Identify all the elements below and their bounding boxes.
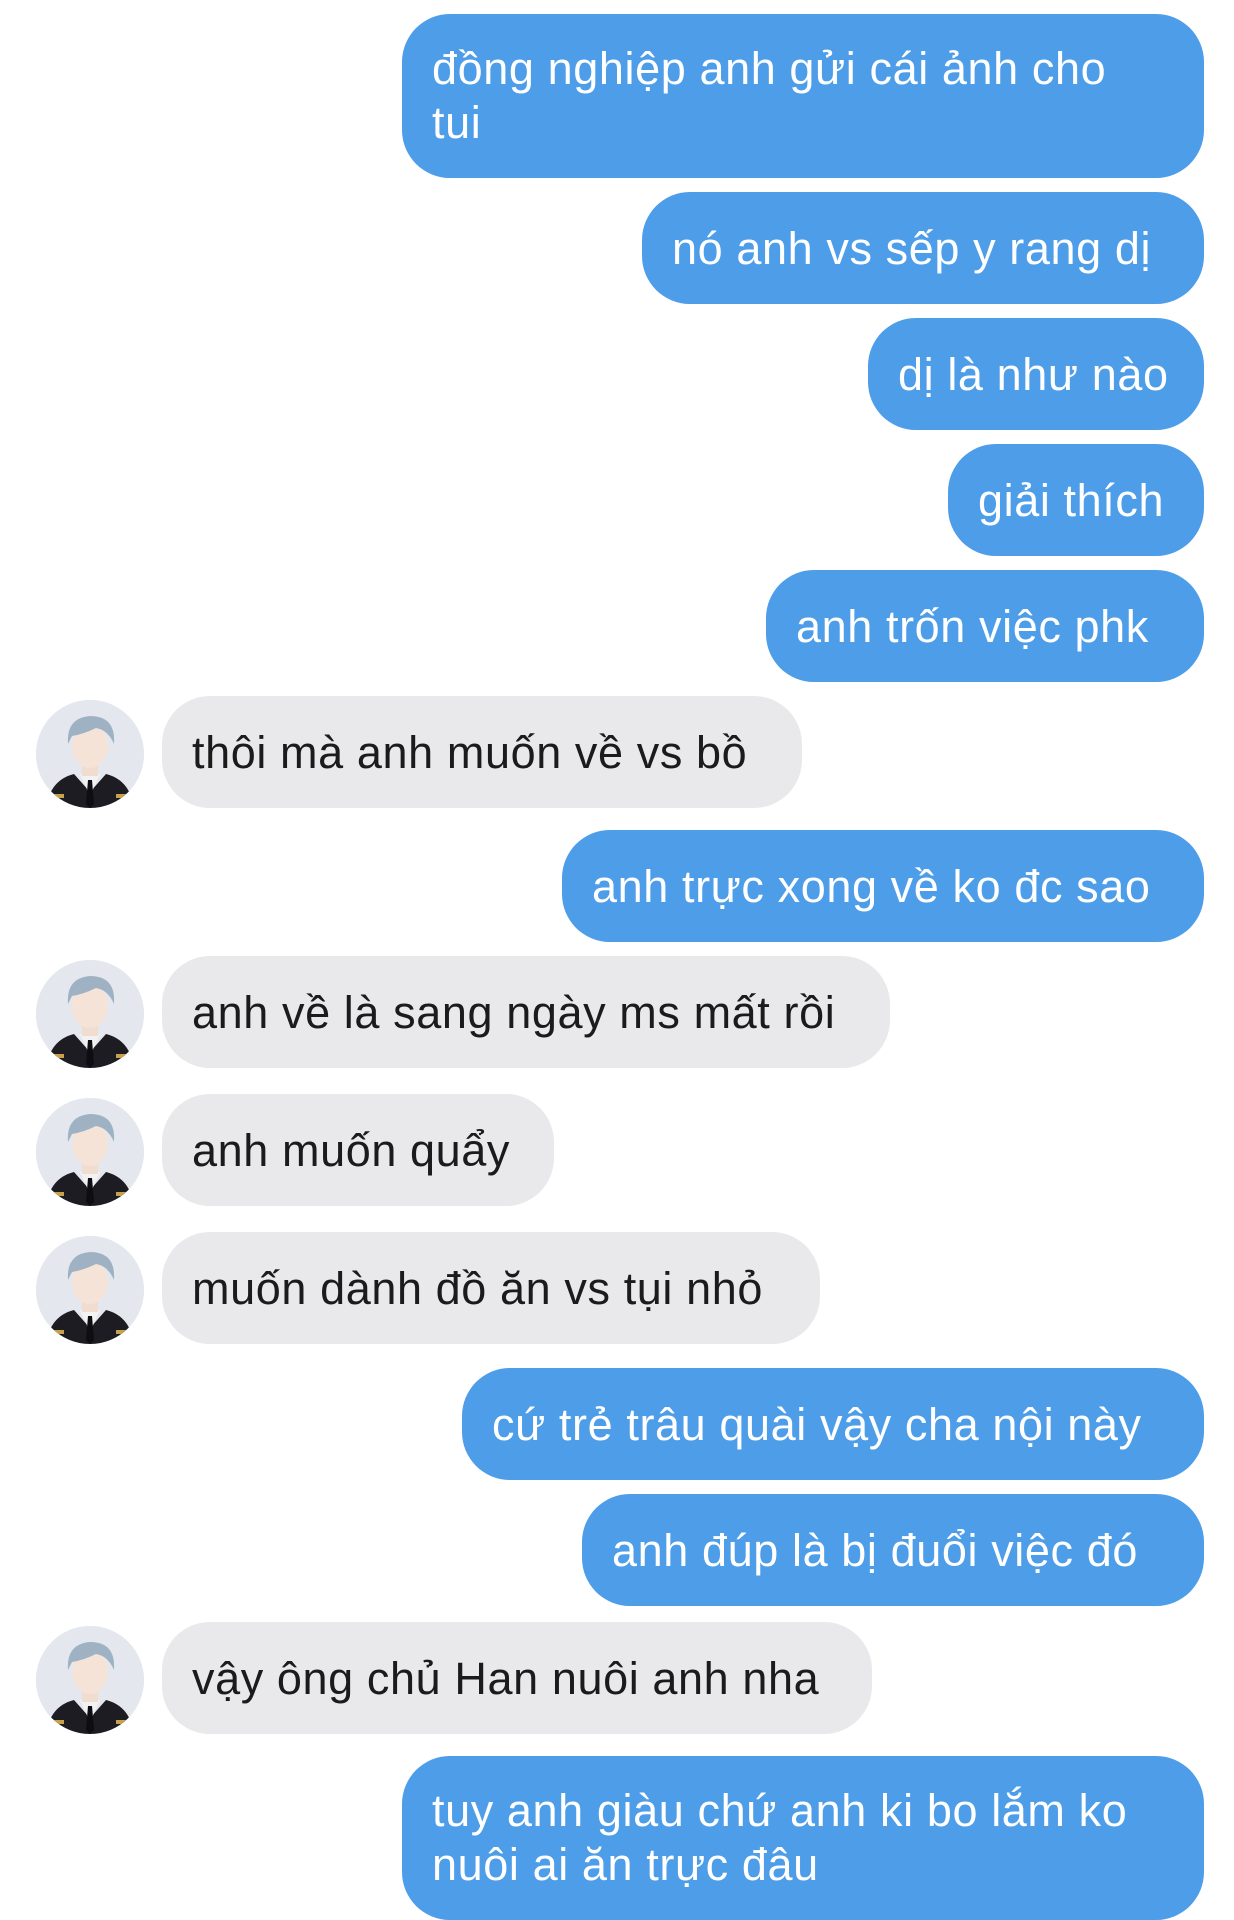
avatar-image bbox=[36, 1236, 144, 1344]
outgoing-message-bubble[interactable]: tuy anh giàu chứ anh ki bo lắm ko nuôi a… bbox=[402, 1756, 1204, 1920]
avatar-image bbox=[36, 1626, 144, 1734]
person-avatar-icon[interactable] bbox=[36, 960, 144, 1068]
incoming-message-bubble[interactable]: anh về là sang ngày ms mất rồi bbox=[162, 956, 890, 1068]
outgoing-message-bubble[interactable]: giải thích bbox=[948, 444, 1204, 556]
outgoing-message-bubble[interactable]: dị là như nào bbox=[868, 318, 1204, 430]
outgoing-message-bubble[interactable]: anh trốn việc phk bbox=[766, 570, 1204, 682]
message-thread: đồng nghiệp anh gửi cái ảnh cho tui nó a… bbox=[0, 0, 1234, 1920]
person-avatar-icon[interactable] bbox=[36, 1236, 144, 1344]
person-avatar-icon[interactable] bbox=[36, 1626, 144, 1734]
outgoing-message-bubble[interactable]: anh trực xong về ko đc sao bbox=[562, 830, 1204, 942]
outgoing-message-bubble[interactable]: cứ trẻ trâu quài vậy cha nội này bbox=[462, 1368, 1204, 1480]
outgoing-message-bubble[interactable]: đồng nghiệp anh gửi cái ảnh cho tui bbox=[402, 14, 1204, 178]
incoming-message-bubble[interactable]: anh muốn quẩy bbox=[162, 1094, 554, 1206]
person-avatar-icon[interactable] bbox=[36, 700, 144, 808]
incoming-message-bubble[interactable]: muốn dành đồ ăn vs tụi nhỏ bbox=[162, 1232, 820, 1344]
avatar-image bbox=[36, 1098, 144, 1206]
avatar-image bbox=[36, 960, 144, 1068]
incoming-message-bubble[interactable]: thôi mà anh muốn về vs bồ bbox=[162, 696, 802, 808]
incoming-message-bubble[interactable]: vậy ông chủ Han nuôi anh nha bbox=[162, 1622, 872, 1734]
avatar-image bbox=[36, 700, 144, 808]
outgoing-message-bubble[interactable]: anh đúp là bị đuổi việc đó bbox=[582, 1494, 1204, 1606]
outgoing-message-bubble[interactable]: nó anh vs sếp y rang dị bbox=[642, 192, 1204, 304]
person-avatar-icon[interactable] bbox=[36, 1098, 144, 1206]
